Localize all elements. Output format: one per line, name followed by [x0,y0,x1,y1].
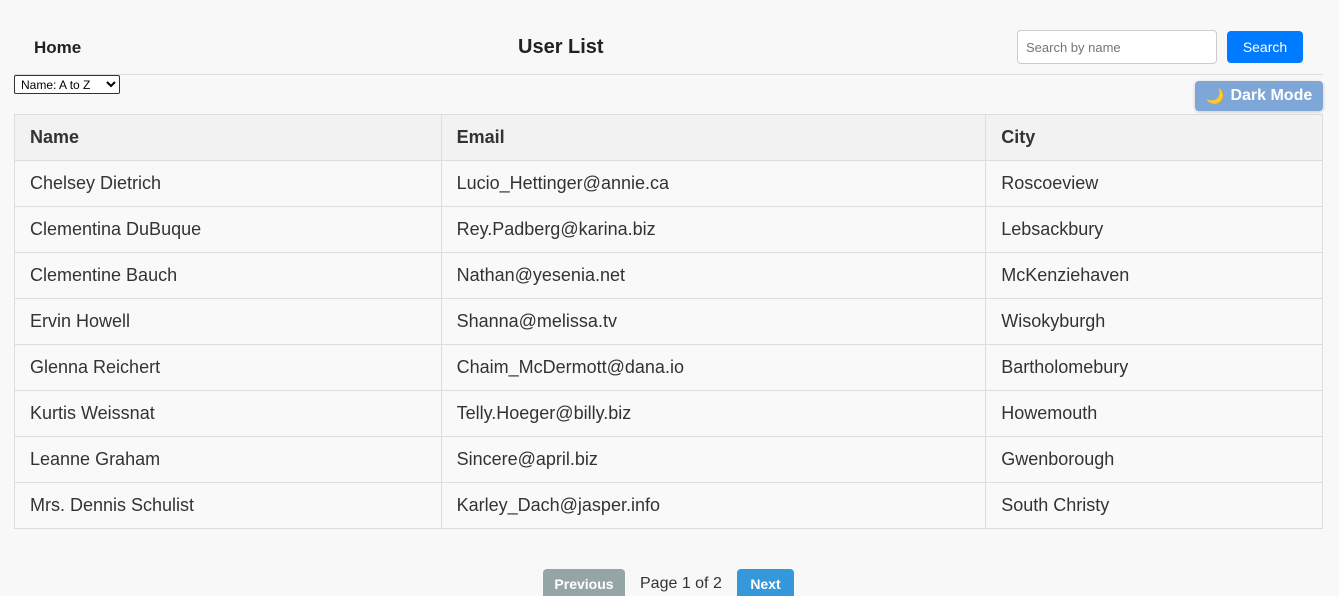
cell-city: Wisokyburgh [985,298,1323,345]
cell-city: Roscoeview [985,160,1323,207]
header-email: Email [440,114,987,161]
home-link[interactable]: Home [34,38,81,58]
previous-button[interactable]: Previous [543,569,625,596]
cell-email: Telly.Hoeger@billy.biz [440,390,987,437]
cell-city: Howemouth [985,390,1323,437]
header-name: Name [14,114,442,161]
table-row: Clementina DuBuque Rey.Padberg@karina.bi… [14,206,1323,253]
search-button[interactable]: Search [1227,31,1303,63]
cell-name: Clementina DuBuque [14,206,442,253]
cell-email: Nathan@yesenia.net [440,252,987,299]
page-indicator: Page 1 of 2 [640,575,722,592]
table-row: Ervin Howell Shanna@melissa.tv Wisokybur… [14,298,1323,345]
cell-email: Shanna@melissa.tv [440,298,987,345]
page: Home User List Search Name: A to Z 🌙 Dar… [0,0,1339,596]
cell-name: Mrs. Dennis Schulist [14,482,442,529]
sort-select[interactable]: Name: A to Z [14,75,120,94]
cell-email: Rey.Padberg@karina.biz [440,206,987,253]
cell-email: Karley_Dach@jasper.info [440,482,987,529]
cell-city: McKenziehaven [985,252,1323,299]
table-row: Leanne Graham Sincere@april.biz Gwenboro… [14,436,1323,483]
cell-name: Kurtis Weissnat [14,390,442,437]
cell-name: Glenna Reichert [14,344,442,391]
navbar: Home User List Search [14,20,1323,75]
cell-city: Bartholomebury [985,344,1323,391]
next-button[interactable]: Next [737,569,794,596]
moon-icon: 🌙 [1205,88,1225,105]
cell-email: Lucio_Hettinger@annie.ca [440,160,987,207]
search-input[interactable] [1017,30,1217,64]
header-city: City [985,114,1323,161]
table-row: Chelsey Dietrich Lucio_Hettinger@annie.c… [14,160,1323,207]
user-table: Name Email City Chelsey Dietrich Lucio_H… [14,114,1323,529]
cell-name: Clementine Bauch [14,252,442,299]
table-header-row: Name Email City [14,114,1323,161]
cell-city: Lebsackbury [985,206,1323,253]
cell-email: Chaim_McDermott@dana.io [440,344,987,391]
dark-mode-button[interactable]: 🌙 Dark Mode [1195,81,1323,111]
table-row: Kurtis Weissnat Telly.Hoeger@billy.biz H… [14,390,1323,437]
page-title: User List [518,36,604,58]
cell-city: South Christy [985,482,1323,529]
dark-mode-label: Dark Mode [1230,87,1313,104]
cell-city: Gwenborough [985,436,1323,483]
table-row: Glenna Reichert Chaim_McDermott@dana.io … [14,344,1323,391]
table-row: Mrs. Dennis Schulist Karley_Dach@jasper.… [14,482,1323,529]
cell-name: Leanne Graham [14,436,442,483]
cell-name: Chelsey Dietrich [14,160,442,207]
table-row: Clementine Bauch Nathan@yesenia.net McKe… [14,252,1323,299]
cell-name: Ervin Howell [14,298,442,345]
cell-email: Sincere@april.biz [440,436,987,483]
